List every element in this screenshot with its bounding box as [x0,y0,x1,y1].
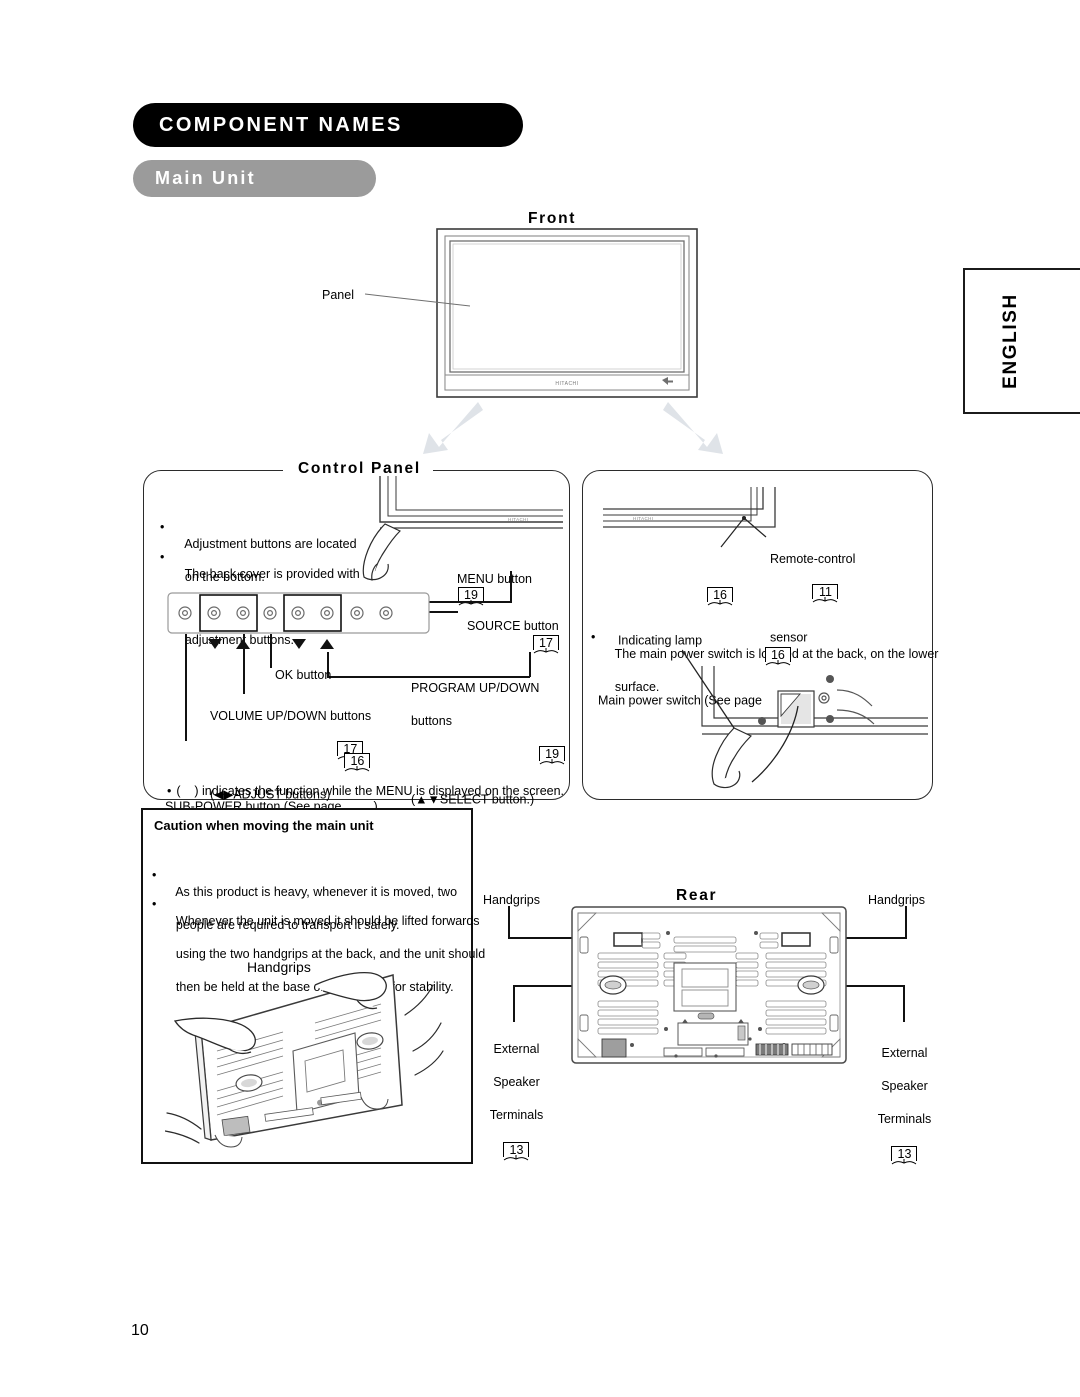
rear-caption: Rear [676,887,717,905]
arrow-down-right-icon [657,400,725,458]
language-tab: ENGLISH [963,268,1080,414]
volume-leader [243,634,245,694]
external-speaker-right-label: External Speaker Terminals 13 [871,1028,931,1208]
ok-leader [270,634,272,668]
section-title: Main Unit [133,168,256,189]
main-power-switch-illustration [682,648,928,793]
page-ref-speaker-left: 13 [503,1142,529,1161]
language-tab-label: ENGLISH [995,270,1027,412]
front-unit-illustration: HITACHI [436,228,698,398]
control-button-strip [167,592,430,634]
handgrip-right-leader-v [905,906,907,939]
svg-text:HITACHI: HITACHI [508,517,528,522]
arrow-down-left-icon [421,400,489,458]
page-ref-program: 19 [539,746,565,765]
front-caption: Front [528,210,576,228]
handgrip-lifting-illustration [165,955,450,1150]
front-panel-label: Panel [322,287,354,304]
subpower-leader [185,634,187,741]
caution-title: Caution when moving the main unit [154,817,374,835]
chapter-title: COMPONENT NAMES [133,114,403,137]
menu-leader-vertical [510,571,512,602]
handgrip-left-leader-v [508,906,510,939]
rear-handgrips-left-label: Handgrips [483,892,540,909]
volume-down-triangle-icon [208,639,222,649]
svg-text:HITACHI: HITACHI [633,516,653,521]
ok-button-label: OK button [275,667,331,684]
rear-unit-illustration [570,905,848,1065]
page-number: 10 [131,1322,149,1340]
panel-leader-line [365,293,470,307]
page-ref-source: 17 [533,635,559,654]
svg-text:HITACHI: HITACHI [555,381,578,387]
section-title-banner: Main Unit [133,160,376,197]
program-down-triangle-icon [292,639,306,649]
rear-handgrips-right-label: Handgrips [868,892,925,909]
page-ref-speaker-right: 13 [891,1146,917,1165]
control-panel-footnote: •( ) indicates the function while the ME… [160,766,564,799]
speaker-left-leader-v [513,985,515,1022]
external-speaker-left-label: External Speaker Terminals 13 [483,1024,543,1204]
program-up-triangle-icon [320,639,334,649]
speaker-right-leader-v [903,985,905,1022]
chapter-title-banner: COMPONENT NAMES [133,103,523,147]
